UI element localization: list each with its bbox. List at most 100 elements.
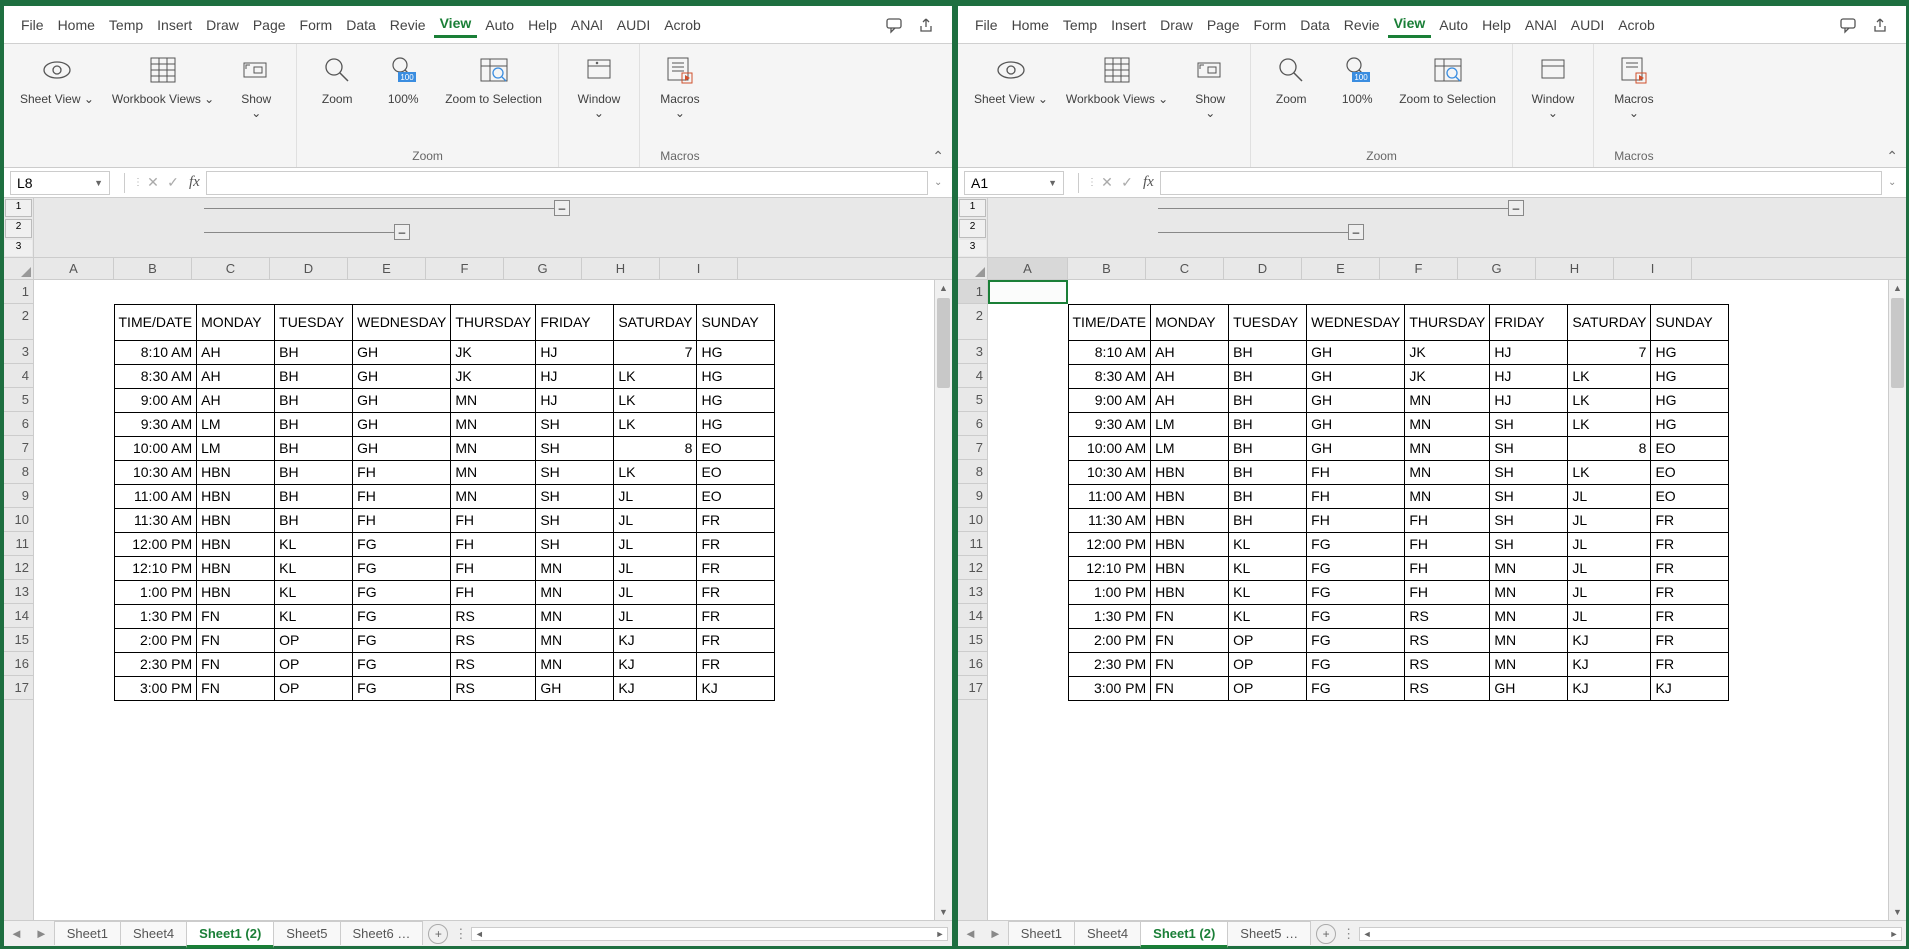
table-header-cell[interactable]: SATURDAY bbox=[1568, 304, 1651, 340]
row-header-16[interactable]: 16 bbox=[4, 652, 33, 676]
table-cell[interactable]: HJ bbox=[536, 364, 614, 388]
table-cell[interactable]: MN bbox=[536, 628, 614, 652]
table-cell[interactable]: HG bbox=[697, 388, 775, 412]
table-cell[interactable]: FN bbox=[1151, 604, 1229, 628]
table-cell[interactable]: LK bbox=[614, 460, 697, 484]
table-cell[interactable]: MN bbox=[1405, 436, 1490, 460]
row-header-13[interactable]: 13 bbox=[4, 580, 33, 604]
table-cell[interactable]: KJ bbox=[697, 676, 775, 700]
table-cell[interactable]: HJ bbox=[1490, 388, 1568, 412]
table-cell[interactable]: BH bbox=[1229, 484, 1307, 508]
fx-icon[interactable]: fx bbox=[189, 174, 200, 191]
table-cell[interactable]: FG bbox=[353, 532, 451, 556]
row-header-17[interactable]: 17 bbox=[4, 676, 33, 700]
table-header-cell[interactable]: TUESDAY bbox=[275, 304, 353, 340]
table-cell[interactable]: BH bbox=[275, 436, 353, 460]
name-box[interactable]: L8▼ bbox=[10, 171, 110, 195]
table-cell[interactable]: FG bbox=[353, 580, 451, 604]
table-cell[interactable]: EO bbox=[697, 436, 775, 460]
table-cell[interactable]: FH bbox=[353, 484, 451, 508]
menu-audi[interactable]: AUDI bbox=[611, 13, 656, 37]
table-cell[interactable]: KJ bbox=[1568, 628, 1651, 652]
row-header-14[interactable]: 14 bbox=[4, 604, 33, 628]
col-header-E[interactable]: E bbox=[348, 258, 426, 279]
table-cell[interactable]: JL bbox=[1568, 580, 1651, 604]
table-cell[interactable]: GH bbox=[1307, 412, 1405, 436]
table-cell[interactable]: 9:30 AM bbox=[1068, 412, 1151, 436]
table-cell[interactable]: OP bbox=[1229, 628, 1307, 652]
row-header-4[interactable]: 4 bbox=[958, 364, 987, 388]
cells-area[interactable]: TIME/DATEMONDAYTUESDAYWEDNESDAYTHURSDAYF… bbox=[988, 280, 1888, 920]
table-header-cell[interactable]: MONDAY bbox=[1151, 304, 1229, 340]
table-cell[interactable]: 7 bbox=[614, 340, 697, 364]
zoom-100-button[interactable]: 100100% bbox=[375, 48, 431, 110]
table-cell[interactable]: JL bbox=[614, 580, 697, 604]
table-cell[interactable]: AH bbox=[197, 388, 275, 412]
vertical-scrollbar[interactable]: ▲ ▼ bbox=[934, 280, 952, 920]
formula-input[interactable] bbox=[206, 171, 928, 195]
table-cell[interactable]: 11:30 AM bbox=[114, 508, 197, 532]
menu-data[interactable]: Data bbox=[340, 13, 382, 37]
table-cell[interactable]: RS bbox=[1405, 604, 1490, 628]
table-cell[interactable]: MN bbox=[1405, 412, 1490, 436]
table-cell[interactable]: MN bbox=[1490, 628, 1568, 652]
table-cell[interactable]: HBN bbox=[197, 580, 275, 604]
table-cell[interactable]: SH bbox=[1490, 484, 1568, 508]
table-cell[interactable]: 3:00 PM bbox=[1068, 676, 1151, 700]
chevron-down-icon[interactable]: ▼ bbox=[94, 178, 103, 188]
col-header-A[interactable]: A bbox=[988, 258, 1068, 279]
scroll-down-icon[interactable]: ▼ bbox=[935, 904, 952, 920]
table-cell[interactable]: FN bbox=[1151, 676, 1229, 700]
table-cell[interactable]: FH bbox=[451, 532, 536, 556]
table-cell[interactable]: RS bbox=[451, 604, 536, 628]
zoom-button[interactable]: Zoom bbox=[1263, 48, 1319, 110]
table-cell[interactable]: AH bbox=[197, 364, 275, 388]
table-cell[interactable]: MN bbox=[1405, 484, 1490, 508]
table-cell[interactable]: 8:10 AM bbox=[114, 340, 197, 364]
table-cell[interactable]: OP bbox=[275, 628, 353, 652]
table-cell[interactable]: FH bbox=[1405, 532, 1490, 556]
table-cell[interactable]: BH bbox=[1229, 460, 1307, 484]
table-cell[interactable]: BH bbox=[1229, 436, 1307, 460]
menu-draw[interactable]: Draw bbox=[200, 13, 245, 37]
table-cell[interactable]: FR bbox=[1651, 604, 1729, 628]
horizontal-scrollbar[interactable]: ◄► bbox=[471, 927, 948, 941]
table-cell[interactable]: FN bbox=[197, 676, 275, 700]
table-cell[interactable]: MN bbox=[1490, 604, 1568, 628]
table-cell[interactable]: JL bbox=[614, 484, 697, 508]
row-header-10[interactable]: 10 bbox=[4, 508, 33, 532]
menu-file[interactable]: File bbox=[969, 13, 1004, 37]
table-cell[interactable]: KL bbox=[275, 556, 353, 580]
table-cell[interactable]: EO bbox=[697, 460, 775, 484]
table-cell[interactable]: MN bbox=[1405, 460, 1490, 484]
table-cell[interactable]: MN bbox=[451, 460, 536, 484]
table-cell[interactable]: KL bbox=[275, 532, 353, 556]
table-cell[interactable]: JL bbox=[1568, 604, 1651, 628]
table-cell[interactable]: FG bbox=[1307, 604, 1405, 628]
sheet-tab[interactable]: Sheet1 bbox=[1008, 921, 1075, 945]
table-cell[interactable]: FR bbox=[1651, 628, 1729, 652]
table-cell[interactable]: MN bbox=[451, 388, 536, 412]
table-cell[interactable]: 1:00 PM bbox=[114, 580, 197, 604]
table-cell[interactable]: HBN bbox=[1151, 532, 1229, 556]
table-cell[interactable]: LK bbox=[1568, 460, 1651, 484]
table-cell[interactable]: BH bbox=[275, 484, 353, 508]
table-cell[interactable]: GH bbox=[536, 676, 614, 700]
menu-view[interactable]: View bbox=[1388, 11, 1432, 38]
table-cell[interactable]: GH bbox=[353, 412, 451, 436]
table-cell[interactable]: KJ bbox=[614, 676, 697, 700]
table-cell[interactable]: HG bbox=[697, 340, 775, 364]
table-cell[interactable]: FH bbox=[1405, 580, 1490, 604]
sheet-tab[interactable]: Sheet1 (2) bbox=[186, 921, 274, 948]
macros-button[interactable]: Macros⌄ bbox=[652, 48, 708, 125]
sheet-tab[interactable]: Sheet5 … bbox=[1227, 921, 1311, 945]
outline-collapse-1[interactable]: – bbox=[1508, 200, 1524, 216]
table-cell[interactable]: GH bbox=[1307, 364, 1405, 388]
table-cell[interactable]: FR bbox=[1651, 508, 1729, 532]
table-cell[interactable]: EO bbox=[697, 484, 775, 508]
table-cell[interactable]: LK bbox=[1568, 412, 1651, 436]
table-cell[interactable]: KL bbox=[1229, 556, 1307, 580]
row-header-2[interactable]: 2 bbox=[958, 304, 987, 340]
row-header-11[interactable]: 11 bbox=[958, 532, 987, 556]
table-cell[interactable]: FH bbox=[1405, 508, 1490, 532]
